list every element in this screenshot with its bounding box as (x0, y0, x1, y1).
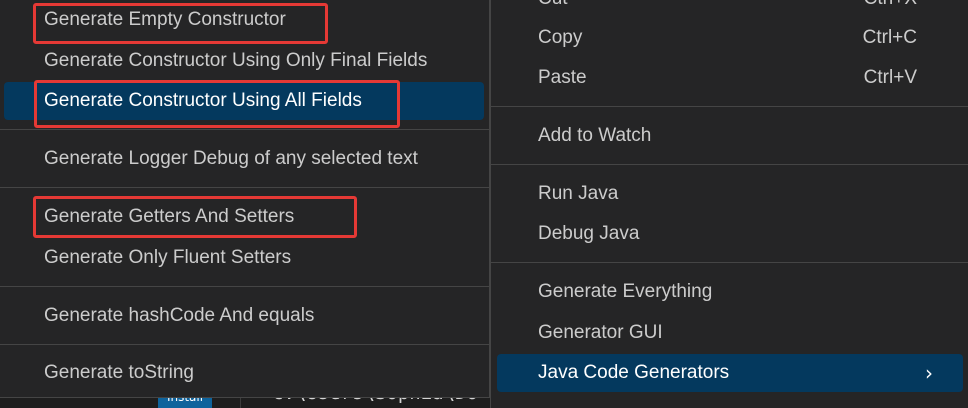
menu-divider (491, 262, 968, 263)
java-code-generators-submenu: Generate Empty Constructor Generate Cons… (0, 0, 490, 398)
menu-item-paste[interactable]: Paste Ctrl+V (497, 59, 963, 97)
menu-item-generate-fluent-setters[interactable]: Generate Only Fluent Setters (4, 239, 484, 277)
menu-item-debug-java[interactable]: Debug Java (497, 215, 963, 253)
menu-item-label: Generate Logger Debug of any selected te… (44, 148, 418, 169)
keyboard-shortcut: Ctrl+X (864, 0, 917, 18)
menu-item-label: Generate Constructor Using Only Final Fi… (44, 50, 428, 71)
menu-item-label: Generate hashCode And equals (44, 305, 315, 326)
menu-item-label: Generate Only Fluent Setters (44, 247, 292, 268)
menu-item-generate-constructor-final-fields[interactable]: Generate Constructor Using Only Final Fi… (4, 42, 484, 80)
menu-item-run-java[interactable]: Run Java (497, 175, 963, 213)
menu-item-label: Run Java (538, 183, 619, 204)
menu-item-label: Java Code Generators (538, 362, 730, 383)
chevron-right-icon: › (925, 361, 933, 385)
menu-item-label: Paste (538, 67, 587, 88)
menu-divider (491, 106, 968, 107)
keyboard-shortcut: Ctrl+V (863, 67, 917, 88)
menu-divider (0, 129, 490, 130)
menu-item-generate-empty-constructor[interactable]: Generate Empty Constructor (4, 1, 484, 39)
menu-item-label: Cut (538, 0, 568, 9)
menu-item-generate-everything[interactable]: Generate Everything (497, 273, 963, 311)
editor-context-menu: Cut Ctrl+X Copy Ctrl+C Paste Ctrl+V Add … (490, 0, 968, 408)
menu-divider (0, 344, 490, 345)
menu-item-generate-hashcode-equals[interactable]: Generate hashCode And equals (4, 297, 484, 335)
menu-item-label: Debug Java (538, 223, 640, 244)
menu-item-generate-constructor-all-fields[interactable]: Generate Constructor Using All Fields (4, 82, 484, 120)
menu-item-label: Generate Getters And Setters (44, 206, 295, 227)
keyboard-shortcut: Ctrl+C (862, 27, 917, 48)
menu-item-generate-logger-debug[interactable]: Generate Logger Debug of any selected te… (4, 140, 484, 178)
menu-item-copy[interactable]: Copy Ctrl+C (497, 19, 963, 57)
menu-divider (491, 164, 968, 165)
menu-item-label: Generate Constructor Using All Fields (44, 90, 362, 111)
screen: C Fraser Install C:\Users\Sophia\Do Gene… (0, 0, 968, 408)
menu-item-label: Generate Empty Constructor (44, 9, 286, 30)
menu-item-label: Generate toString (44, 362, 194, 383)
menu-item-label: Copy (538, 27, 583, 48)
menu-item-generator-gui[interactable]: Generator GUI (497, 314, 963, 352)
menu-divider (0, 187, 490, 188)
menu-divider (0, 286, 490, 287)
menu-item-label: Generator GUI (538, 322, 663, 343)
menu-item-cut[interactable]: Cut Ctrl+X (497, 0, 963, 18)
menu-item-label: Generate Everything (538, 281, 713, 302)
menu-item-generate-getters-setters[interactable]: Generate Getters And Setters (4, 198, 484, 236)
menu-item-add-to-watch[interactable]: Add to Watch (497, 117, 963, 155)
menu-item-label: Add to Watch (538, 125, 652, 146)
menu-item-generate-tostring[interactable]: Generate toString (4, 354, 484, 392)
menu-item-java-code-generators[interactable]: Java Code Generators › (497, 354, 963, 392)
